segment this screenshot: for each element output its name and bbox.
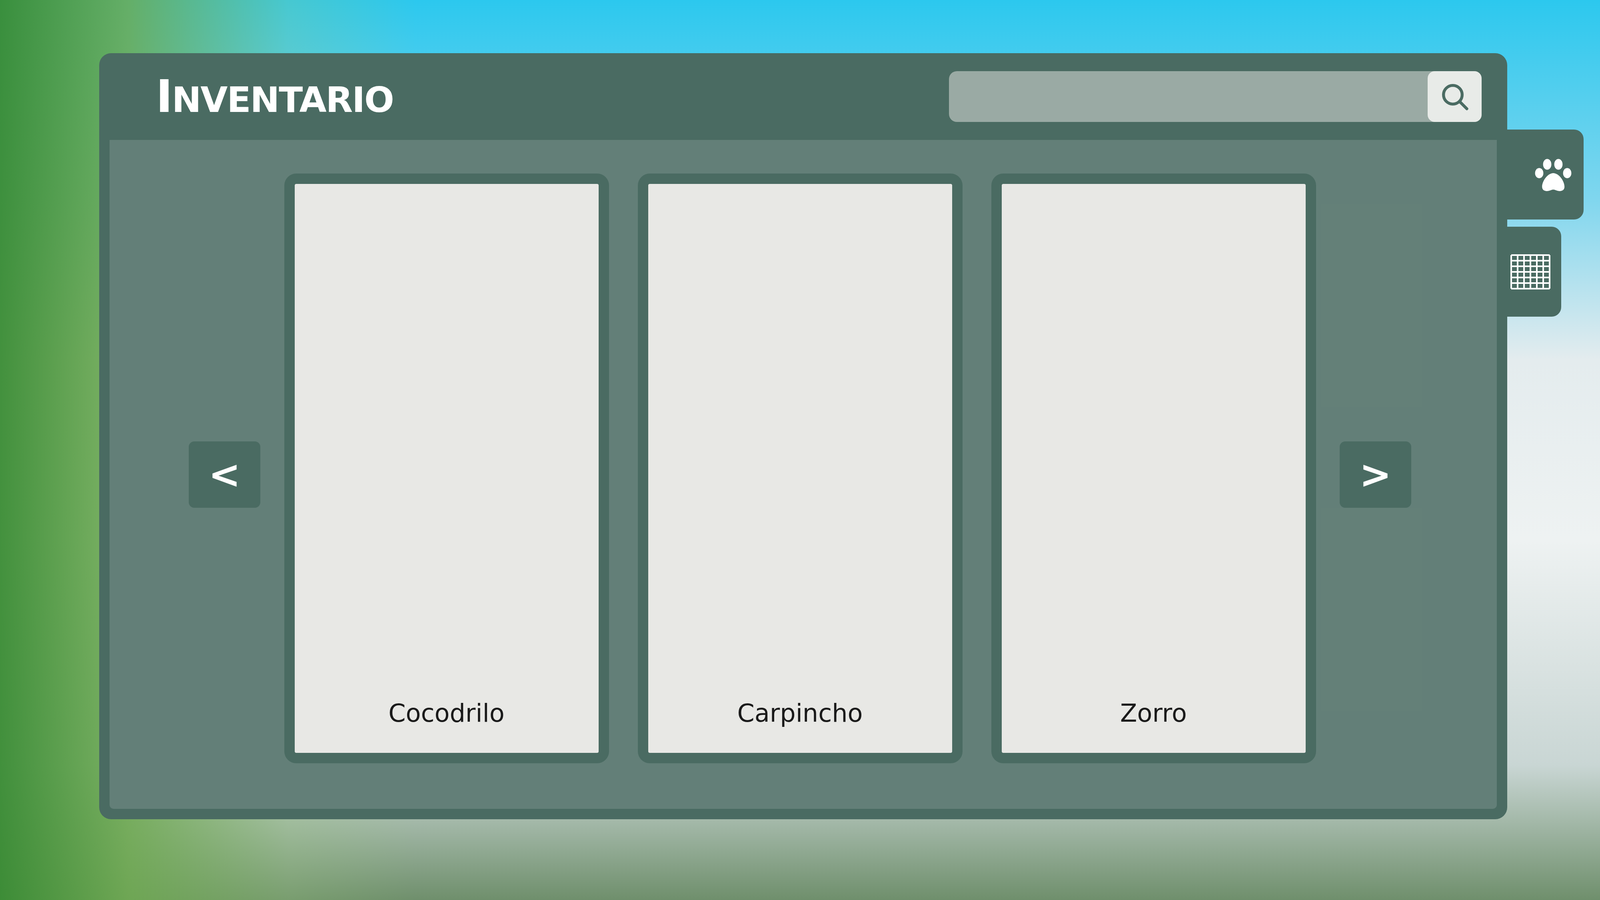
paw-icon <box>1532 155 1575 194</box>
previous-button[interactable]: < <box>188 441 261 508</box>
game-scene: INVENTARIO < Cocodrilo Carpincho Zorro > <box>0 0 1600 900</box>
animal-card[interactable]: Carpincho <box>637 173 963 764</box>
animal-card[interactable]: Zorro <box>991 173 1317 764</box>
magnifier-icon <box>1438 80 1471 113</box>
animal-name: Cocodrilo <box>388 698 505 729</box>
paw-tab[interactable] <box>1507 129 1584 220</box>
grid-icon <box>1510 254 1551 290</box>
animal-name: Carpincho <box>737 698 863 729</box>
inventory-header: INVENTARIO <box>109 53 1497 140</box>
inventory-body: < Cocodrilo Carpincho Zorro > <box>109 139 1497 809</box>
animal-name: Zorro <box>1120 698 1187 729</box>
grid-tab[interactable] <box>1507 226 1562 317</box>
card-list: Cocodrilo Carpincho Zorro <box>284 173 1317 764</box>
search-field[interactable] <box>948 71 1482 122</box>
search-button[interactable] <box>1427 71 1482 122</box>
next-button[interactable]: > <box>1339 441 1412 508</box>
animal-card[interactable]: Cocodrilo <box>284 173 610 764</box>
inventory-panel: INVENTARIO < Cocodrilo Carpincho Zorro > <box>99 53 1508 820</box>
inventory-title: INVENTARIO <box>155 69 394 124</box>
side-tabs <box>1507 129 1584 317</box>
